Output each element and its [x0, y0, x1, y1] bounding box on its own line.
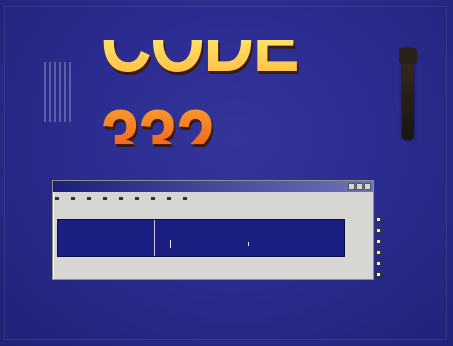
- track-tick: [248, 242, 249, 246]
- side-option[interactable]: [376, 238, 414, 246]
- side-option[interactable]: [376, 259, 414, 267]
- checkbox[interactable]: [376, 249, 381, 255]
- checkbox[interactable]: [376, 228, 381, 234]
- window-controls: [348, 183, 371, 190]
- side-option[interactable]: [376, 270, 414, 278]
- status-footer: [57, 261, 347, 271]
- checkbox[interactable]: [376, 271, 381, 277]
- timeline-track[interactable]: [57, 219, 345, 257]
- app-logo-title: CODE 332: [101, 0, 363, 189]
- side-option[interactable]: [376, 216, 414, 224]
- checkbox[interactable]: [376, 260, 381, 266]
- title-banner: CODE 332: [44, 0, 417, 189]
- playhead-marker[interactable]: [154, 220, 155, 256]
- toolbar-button[interactable]: [167, 196, 171, 200]
- title-right-handle: [399, 48, 417, 140]
- toolbar-button[interactable]: [119, 196, 123, 200]
- checkbox[interactable]: [376, 239, 381, 245]
- track-tick: [170, 240, 171, 248]
- toolbar-button[interactable]: [103, 196, 107, 200]
- toolbar-button[interactable]: [183, 196, 187, 200]
- toolbar-button[interactable]: [71, 196, 75, 200]
- toolbar-button[interactable]: [135, 196, 139, 200]
- side-option[interactable]: [376, 248, 414, 256]
- toolbar-button[interactable]: [87, 196, 91, 200]
- toolbar-button[interactable]: [55, 196, 59, 200]
- side-options-panel: [376, 216, 414, 278]
- window-titlebar[interactable]: [53, 181, 373, 192]
- toolbar: [55, 194, 371, 202]
- minimize-button[interactable]: [348, 183, 355, 190]
- title-left-decoration: [44, 62, 74, 122]
- maximize-button[interactable]: [356, 183, 363, 190]
- toolbar-button[interactable]: [151, 196, 155, 200]
- side-option[interactable]: [376, 227, 414, 235]
- app-window: [52, 180, 374, 280]
- close-button[interactable]: [364, 183, 371, 190]
- checkbox[interactable]: [376, 217, 381, 223]
